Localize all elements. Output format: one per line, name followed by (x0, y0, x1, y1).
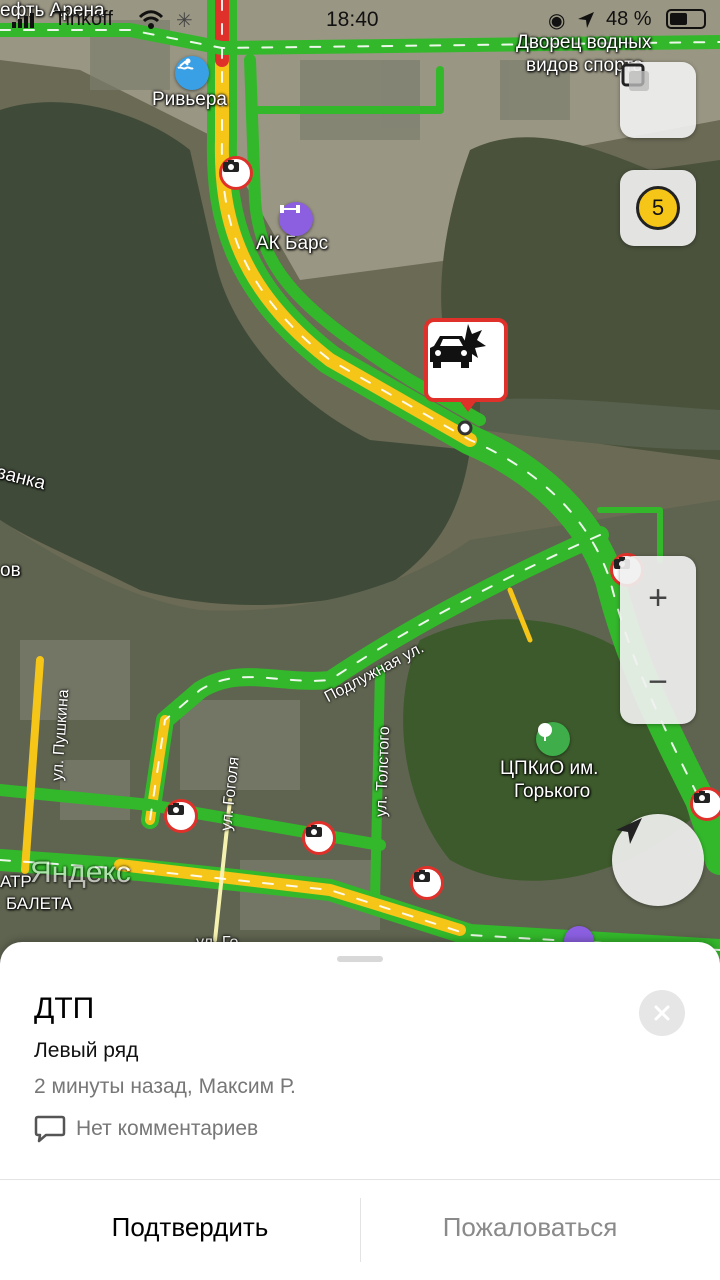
incident-meta: 2 минуты назад, Максим Р. (34, 1075, 296, 1098)
battery-percent: 48 % (606, 8, 652, 30)
signal-icon (12, 13, 34, 28)
zoom-controls: + − (620, 556, 696, 724)
battery-icon (666, 9, 706, 29)
label-gorky-1: ЦПКиО им. (500, 758, 599, 779)
sports-pin-icon[interactable] (279, 202, 313, 236)
label-riviera: Ривьера (152, 89, 227, 110)
incident-sheet: ДТП Левый ряд 2 минуты назад, Максим Р. … (0, 942, 720, 1280)
divider (0, 1179, 720, 1180)
zoom-out-button[interactable]: − (648, 663, 668, 702)
comment-icon (34, 1115, 66, 1143)
label-ballet-1: АТР (0, 872, 32, 891)
locate-me-button[interactable] (612, 814, 704, 906)
wifi-icon (138, 10, 164, 29)
incident-location-dot (457, 420, 473, 436)
label-ballet-2: БАЛЕТА (6, 894, 73, 913)
camera-icon[interactable] (410, 866, 444, 900)
traffic-score-button[interactable]: 5 (620, 170, 696, 246)
incident-lane: Левый ряд (34, 1039, 139, 1062)
label-ak-bars: АК Барс (256, 233, 329, 254)
car-crash-icon (430, 324, 486, 368)
confirm-button[interactable]: Подтвердить (10, 1212, 370, 1243)
traffic-score-badge: 5 (636, 186, 680, 230)
close-icon (654, 1005, 670, 1021)
comments-label: Нет комментариев (76, 1117, 259, 1140)
carrier-name: Tinkoff (54, 8, 113, 30)
incident-title: ДТП (34, 992, 95, 1025)
sheet-drag-handle[interactable] (337, 956, 383, 962)
status-bar: Tinkoff ✳ 18:40 ◉ 48 % (0, 0, 720, 40)
camera-icon[interactable] (219, 156, 253, 190)
navigation-arrow-icon (616, 818, 642, 844)
layers-icon (621, 63, 649, 91)
swimming-pin-icon[interactable] (175, 56, 209, 90)
layers-button[interactable] (620, 62, 696, 138)
comments-link[interactable]: Нет комментариев (34, 1114, 258, 1144)
label-gorky-2: Горького (514, 781, 591, 802)
camera-icon[interactable] (302, 821, 336, 855)
camera-icon[interactable] (164, 799, 198, 833)
camera-icon[interactable] (690, 787, 720, 821)
zoom-in-button[interactable]: + (648, 579, 668, 618)
map[interactable]: ефть Арена Ривьера АК Барс Дворец водных… (0, 0, 720, 960)
orientation-lock-icon: ◉ (548, 10, 566, 32)
incident-marker[interactable] (424, 318, 508, 412)
status-time: 18:40 (326, 8, 379, 31)
loading-spinner-icon: ✳ (176, 10, 193, 32)
park-tree-pin-icon[interactable] (536, 722, 570, 756)
label-tolstogo: ул. Толстого (373, 726, 394, 818)
yandex-watermark: Яндекс (30, 856, 131, 889)
label-river-left: ов (0, 560, 21, 581)
report-button[interactable]: Пожаловаться (350, 1212, 710, 1243)
close-button[interactable] (639, 990, 685, 1036)
location-arrow-icon (578, 12, 594, 28)
